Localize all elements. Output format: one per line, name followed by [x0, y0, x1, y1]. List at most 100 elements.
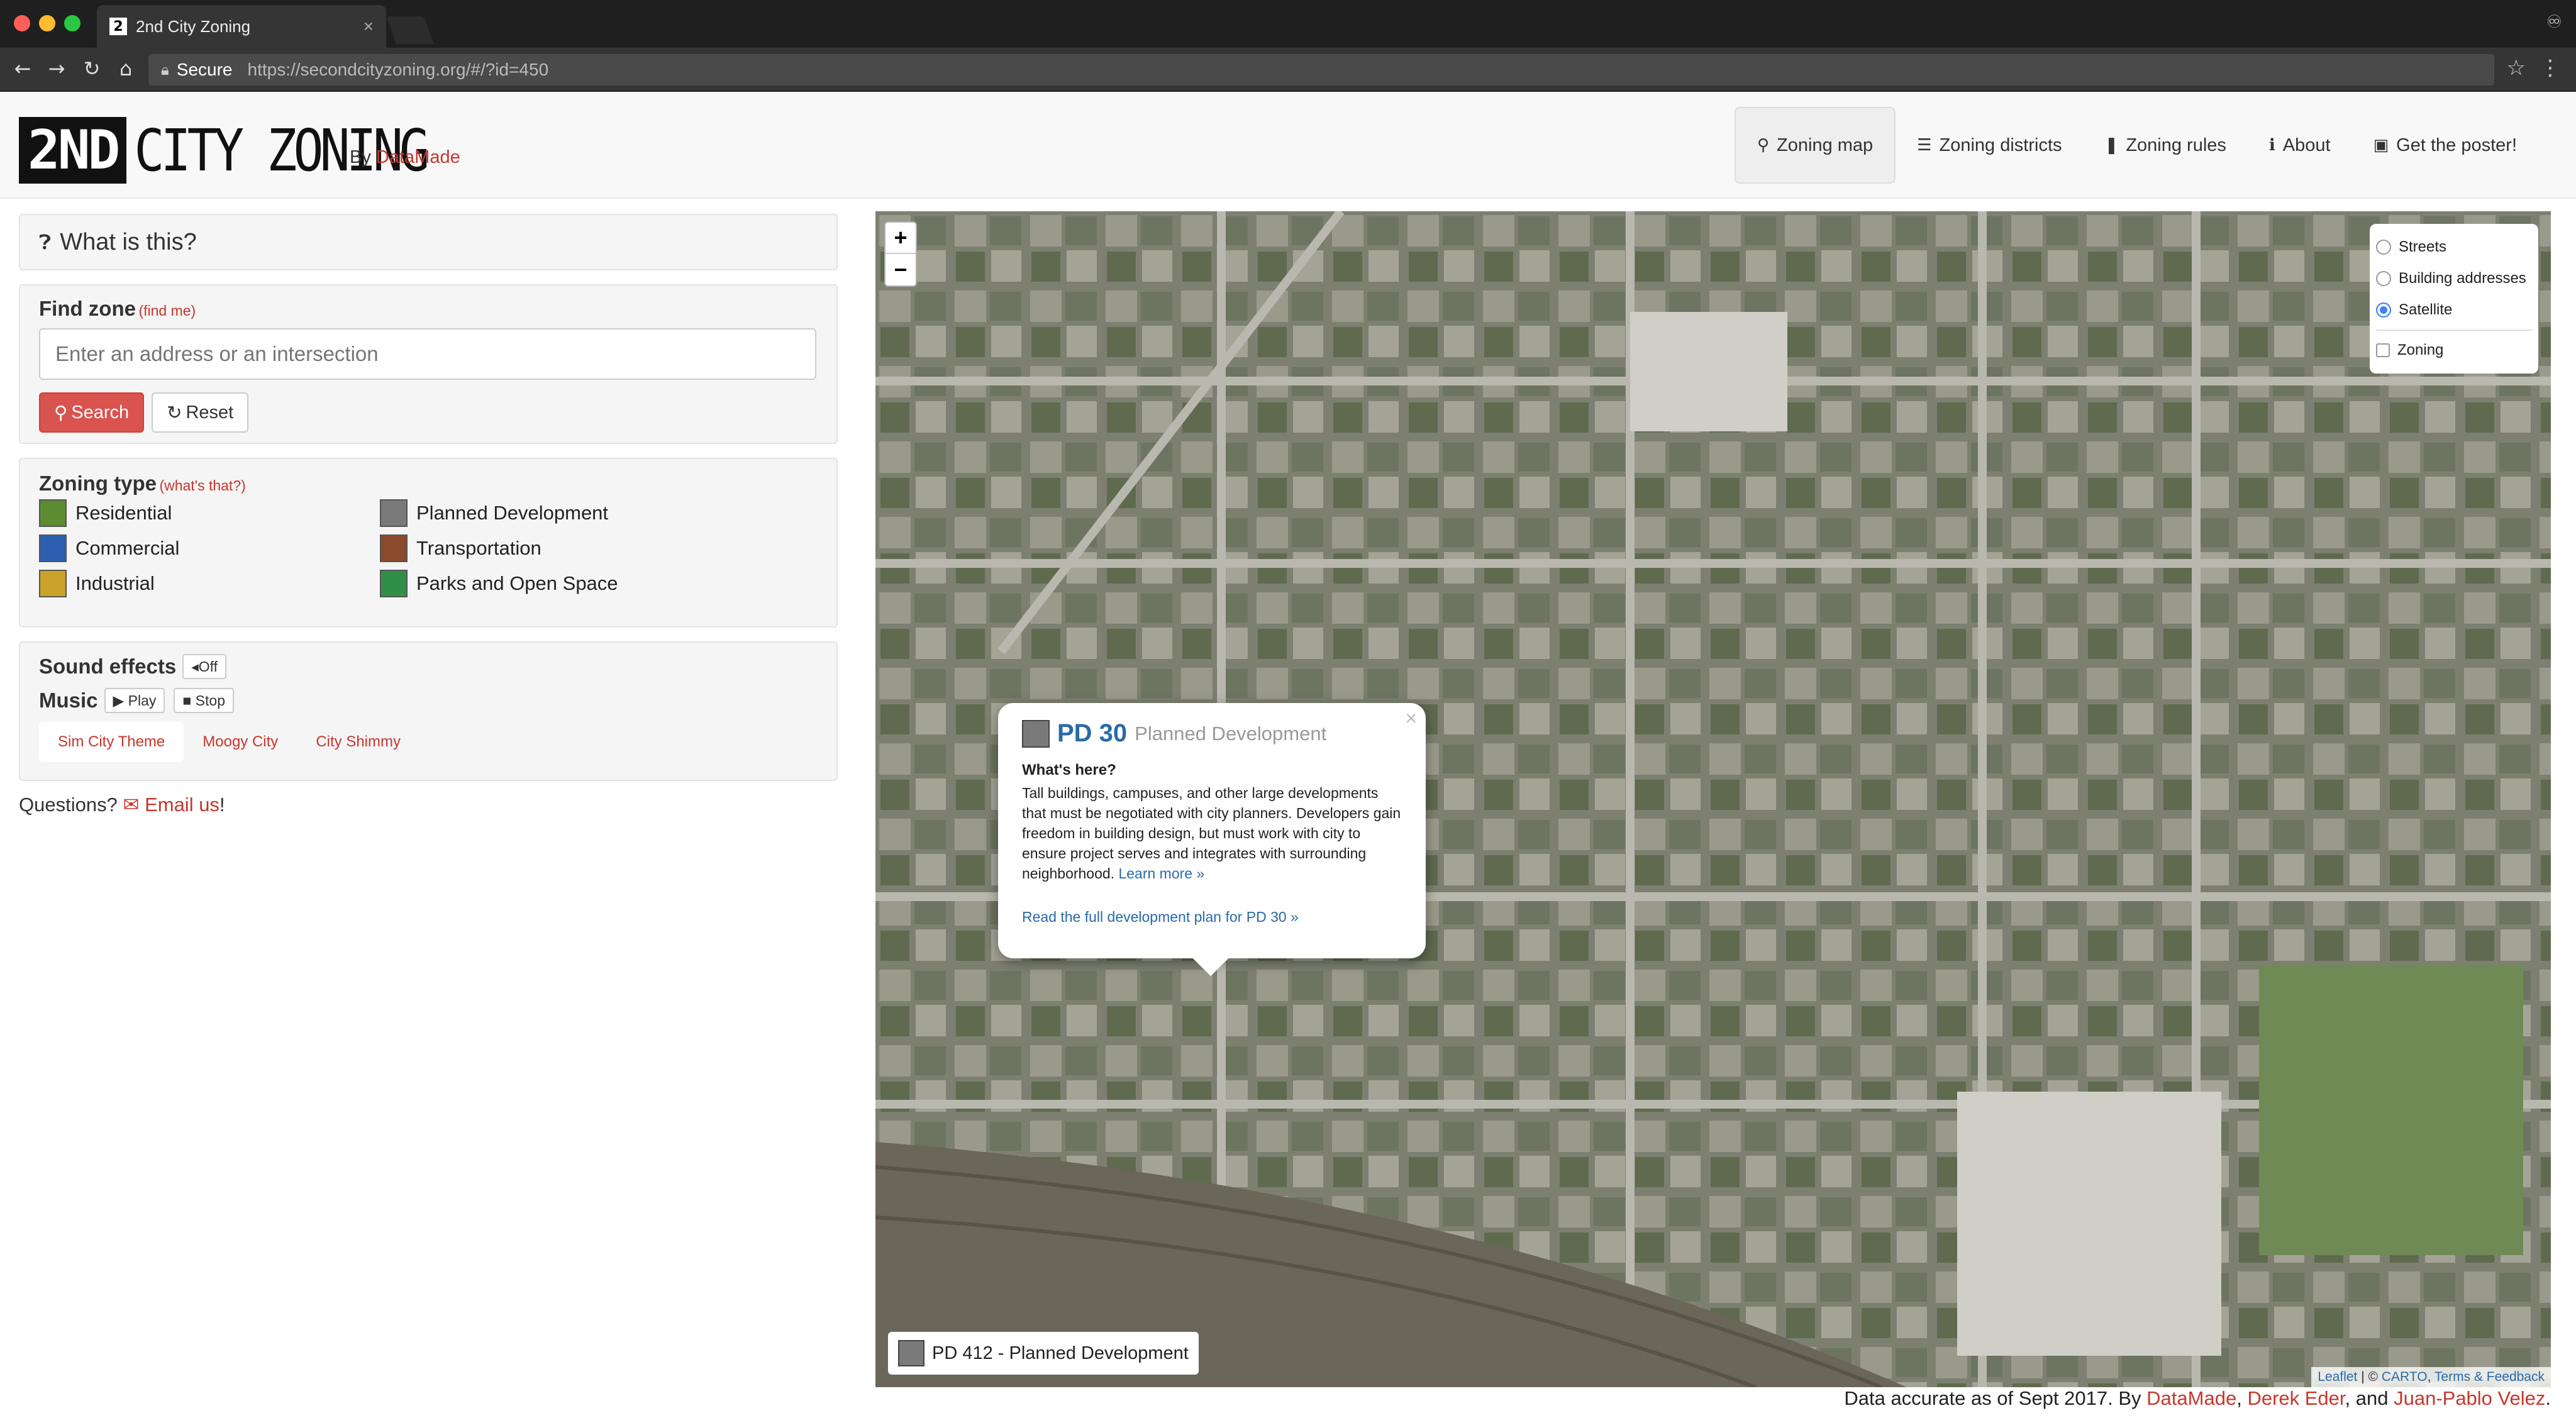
book-icon: ❚ — [2104, 136, 2119, 155]
app: 2 2nd City Zoning × ♾ ← → ↻ ⌂ 🔒︎ Secure … — [0, 0, 2576, 1418]
reload-icon[interactable]: ↻ — [79, 57, 104, 80]
volume-icon: ◂ — [191, 658, 199, 675]
search-button[interactable]: ⚲ Search — [39, 392, 145, 433]
what-is-this-panel[interactable]: ❓︎ What is this? — [19, 214, 838, 270]
sound-effects-toggle[interactable]: ◂ Off — [182, 654, 227, 679]
whats-that-link[interactable]: (what's that?) — [159, 477, 245, 494]
nav-get-poster[interactable]: ▣ Get the poster! — [2352, 107, 2538, 184]
search-icon: ⚲ — [54, 402, 68, 423]
zoom-out-button[interactable]: − — [886, 254, 916, 285]
terms-link[interactable]: Terms & Feedback — [2434, 1370, 2545, 1384]
layer-zoning[interactable]: Zoning — [2376, 335, 2532, 366]
lock-icon: 🔒︎ — [161, 61, 169, 79]
map-marker-icon: ⚲ — [1757, 136, 1770, 155]
nav-zoning-rules[interactable]: ❚ Zoning rules — [2084, 107, 2248, 184]
favicon-icon: 2 — [109, 18, 127, 35]
legend-commercial: Commercial — [39, 535, 380, 562]
learn-more-link[interactable]: Learn more » — [1118, 865, 1204, 882]
layer-building-addresses[interactable]: Building addresses — [2376, 263, 2532, 294]
home-icon[interactable]: ⌂ — [113, 57, 138, 80]
browser-menu-icon[interactable]: ⋮ — [2540, 55, 2561, 80]
nav-about[interactable]: ℹ About — [2248, 107, 2352, 184]
nav-label: Zoning districts — [1939, 135, 2062, 155]
music-title: Music — [39, 689, 98, 712]
main-nav: ⚲ Zoning map ☰ Zoning districts ❚ Zoning… — [1734, 107, 2538, 184]
nav-zoning-districts[interactable]: ☰ Zoning districts — [1896, 107, 2083, 184]
footer-juan-link[interactable]: Juan-Pablo Velez — [2394, 1387, 2545, 1409]
footer-and: , and — [2345, 1387, 2389, 1409]
find-zone-panel: Find zone (find me) ⚲ Search ↻ Reset — [19, 284, 838, 444]
track-moogy-city[interactable]: Moogy City — [184, 722, 297, 762]
layer-streets[interactable]: Streets — [2376, 231, 2532, 263]
forward-icon[interactable]: → — [44, 57, 69, 80]
zoom-in-button[interactable]: + — [886, 223, 916, 254]
full-plan-link[interactable]: Read the full development plan for PD 30… — [1022, 909, 1299, 925]
questions-line: Questions? ✉ Email us! — [19, 794, 225, 816]
planned-development-icon — [898, 1340, 924, 1366]
layer-satellite[interactable]: Satellite — [2376, 294, 2532, 326]
transportation-swatch-icon — [380, 535, 408, 562]
popup-zone-type: Planned Development — [1135, 722, 1327, 745]
layer-label: Streets — [2399, 238, 2447, 255]
nav-label: Zoning rules — [2126, 135, 2226, 155]
whats-here-heading: What's here? — [1022, 762, 1116, 778]
legend-transportation: Transportation — [380, 535, 721, 562]
find-me-link[interactable]: (find me) — [138, 302, 196, 319]
zoning-type-legend: Residential Planned Development Commerci… — [39, 499, 818, 597]
checkbox-icon — [2376, 343, 2390, 357]
footer-derek-link[interactable]: Derek Eder — [2247, 1387, 2345, 1409]
radio-selected-icon — [2376, 302, 2391, 318]
address-search-input[interactable] — [39, 328, 816, 380]
new-tab-button[interactable] — [386, 16, 435, 44]
browser-tabstrip: 2 2nd City Zoning × ♾ — [0, 0, 2576, 48]
bookmark-star-icon[interactable]: ☆ — [2507, 55, 2526, 80]
legend-label: Commercial — [75, 537, 180, 559]
track-sim-city-theme[interactable]: Sim City Theme — [39, 722, 184, 762]
what-is-this-title: What is this? — [60, 228, 197, 255]
legend-planned-development: Planned Development — [380, 499, 721, 527]
zoom-control: + − — [884, 221, 917, 287]
parks-swatch-icon — [380, 570, 408, 597]
logo-block: 2ND — [19, 117, 127, 184]
datamade-link[interactable]: DataMade — [376, 147, 460, 167]
tab-close-icon[interactable]: × — [364, 16, 374, 36]
profile-icon[interactable]: ♾ — [2546, 11, 2562, 32]
play-button[interactable]: ▶ Play — [104, 688, 165, 713]
legend-label: Planned Development — [416, 502, 609, 524]
music-tracks: Sim City Theme Moogy City City Shimmy — [39, 722, 818, 762]
zoning-type-title: Zoning type — [39, 472, 157, 495]
layer-control: Streets Building addresses Satellite Zon… — [2370, 224, 2538, 374]
leaflet-link[interactable]: Leaflet — [2318, 1370, 2357, 1384]
reset-label: Reset — [186, 402, 234, 423]
hover-info-text: PD 412 - Planned Development — [932, 1343, 1189, 1363]
popup-close-icon[interactable]: × — [1405, 707, 1417, 730]
browser-tab[interactable]: 2 2nd City Zoning × — [97, 5, 386, 48]
by-label: By — [350, 147, 371, 167]
window-minimize-button[interactable] — [39, 15, 55, 31]
nav-zoning-map[interactable]: ⚲ Zoning map — [1734, 107, 1896, 184]
back-icon[interactable]: ← — [10, 57, 35, 80]
carto-link[interactable]: CARTO — [2382, 1370, 2428, 1384]
reset-button[interactable]: ↻ Reset — [152, 392, 249, 433]
tab-title: 2nd City Zoning — [136, 16, 251, 36]
email-us-link[interactable]: Email us — [145, 794, 219, 816]
zoning-map[interactable]: + − Streets Building addresses Satellite… — [875, 211, 2551, 1387]
sound-toggle-label: Off — [198, 658, 218, 675]
poster-icon: ▣ — [2373, 136, 2389, 155]
info-icon: ℹ — [2268, 136, 2275, 155]
url-text: https://secondcityzoning.org/#/?id=450 — [247, 60, 549, 79]
track-city-shimmy[interactable]: City Shimmy — [297, 722, 419, 762]
stop-icon: ■ — [182, 692, 192, 709]
footer-comma: , — [2236, 1387, 2242, 1409]
nav-label: Get the poster! — [2396, 135, 2517, 155]
window-close-button[interactable] — [14, 15, 30, 31]
industrial-swatch-icon — [39, 570, 67, 597]
sound-effects-title: Sound effects — [39, 655, 177, 678]
popup-description-text: Tall buildings, campuses, and other larg… — [1022, 785, 1401, 882]
footer-datamade-link[interactable]: DataMade — [2146, 1387, 2236, 1409]
window-maximize-button[interactable] — [64, 15, 80, 31]
stop-button[interactable]: ■ Stop — [174, 688, 234, 713]
zone-popup: × PD 30 Planned Development What's here?… — [998, 703, 1426, 958]
address-bar[interactable]: 🔒︎ Secure https://secondcityzoning.org/#… — [148, 54, 2494, 86]
popup-title: PD 30 Planned Development — [1022, 719, 1402, 748]
